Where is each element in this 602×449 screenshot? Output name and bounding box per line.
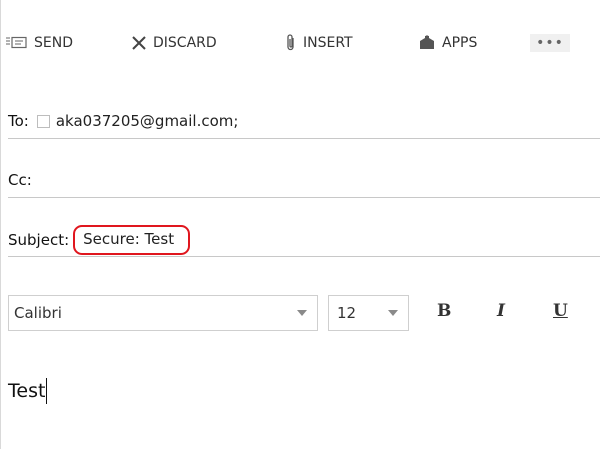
divider	[8, 256, 600, 257]
font-size-select[interactable]: 12	[328, 295, 409, 331]
chevron-down-icon	[297, 310, 307, 316]
send-button[interactable]: SEND	[6, 34, 73, 52]
compose-toolbar: SEND DISCARD INSERT APPS •••	[0, 0, 600, 86]
message-body[interactable]: Test	[8, 378, 48, 404]
close-icon	[131, 35, 147, 51]
divider	[8, 138, 600, 139]
recipient-checkbox[interactable]	[36, 114, 50, 128]
compose-window: SEND DISCARD INSERT APPS ••• To: aka0372…	[0, 0, 602, 449]
subject-label: Subject:	[8, 231, 70, 249]
bold-button[interactable]: B	[437, 301, 451, 321]
cc-field-row[interactable]: Cc:	[8, 165, 600, 195]
subject-field-row[interactable]: Subject: Secure: Test	[8, 225, 600, 255]
insert-button[interactable]: INSERT	[285, 34, 353, 52]
paperclip-icon	[285, 34, 297, 52]
apps-button[interactable]: APPS	[418, 34, 477, 52]
discard-label: DISCARD	[153, 35, 217, 51]
apps-icon	[418, 35, 436, 51]
italic-button[interactable]: I	[497, 301, 505, 321]
subject-input[interactable]: Secure: Test	[73, 225, 191, 255]
send-label: SEND	[34, 35, 73, 51]
underline-button[interactable]: U	[553, 301, 568, 321]
font-size-value: 12	[337, 304, 357, 322]
recipient-email[interactable]: aka037205@gmail.com;	[56, 112, 239, 130]
more-options-button[interactable]: •••	[530, 34, 570, 52]
insert-label: INSERT	[303, 35, 353, 51]
text-cursor	[46, 378, 48, 404]
discard-button[interactable]: DISCARD	[131, 34, 217, 52]
font-family-select[interactable]: Calibri	[8, 295, 318, 331]
send-icon	[6, 36, 28, 50]
font-family-value: Calibri	[14, 304, 62, 322]
message-body-text: Test	[8, 380, 46, 402]
to-label: To:	[8, 112, 29, 130]
to-field-row[interactable]: To: aka037205@gmail.com;	[8, 106, 600, 136]
apps-label: APPS	[442, 35, 478, 51]
divider	[8, 197, 600, 198]
chevron-down-icon	[388, 310, 398, 316]
cc-label: Cc:	[8, 171, 32, 189]
